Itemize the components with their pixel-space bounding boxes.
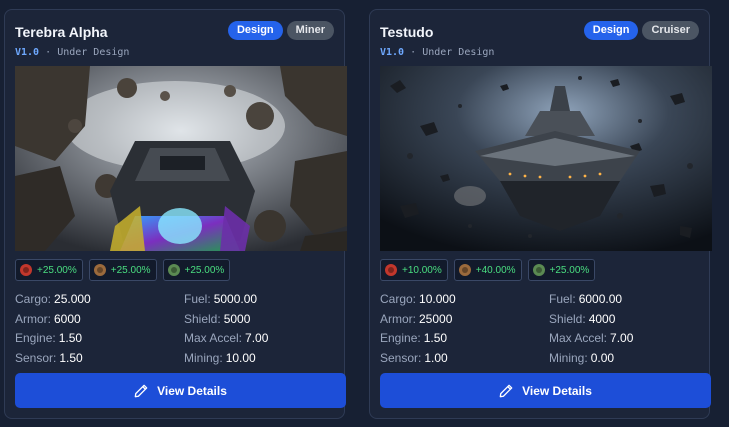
- bonus-stats: +10.00% +40.00% +25.00%: [380, 259, 596, 281]
- bonus-value: +40.00%: [475, 264, 516, 276]
- bonus-value: +10.00%: [402, 264, 442, 276]
- tag-class: Cruiser: [642, 21, 699, 40]
- attr-fuel: Fuel: 6000.00: [549, 292, 623, 306]
- attr-shield: Shield: 4000: [549, 311, 616, 326]
- tag-class: Miner: [286, 21, 334, 40]
- ship-tags: Design Miner: [227, 21, 334, 40]
- attr-engine: Engine: 1.50: [380, 331, 448, 345]
- bonus-stat: +25.00%: [15, 259, 83, 281]
- attr-shield: Shield: 5000: [184, 311, 251, 326]
- attr-fuel: Fuel: 5000.00: [184, 292, 258, 306]
- attr-mining: Mining: 0.00: [549, 350, 615, 365]
- ship-version: V1.0: [15, 47, 40, 58]
- attr-sensor: Sensor: 1.50: [15, 350, 83, 365]
- ship-card: Terebra Alpha Design Miner V1.0 · Under …: [4, 9, 347, 419]
- attr-armor: Armor: 25000: [380, 311, 453, 326]
- ship-meta: V1.0 · Under Design: [380, 47, 494, 58]
- ship-card: Testudo Design Cruiser V1.0 · Under Desi…: [369, 9, 712, 419]
- pencil-icon: [134, 384, 148, 397]
- view-details-button[interactable]: View Details: [380, 373, 711, 408]
- orange-icon: [458, 264, 471, 276]
- meta-separator: ·: [410, 47, 417, 58]
- attr-cargo: Cargo: 25.000: [15, 292, 91, 306]
- bonus-stat: +25.00%: [162, 259, 231, 281]
- ship-name: Terebra Alpha: [15, 24, 108, 40]
- red-icon: [385, 264, 397, 276]
- ship-status: Under Design: [57, 47, 130, 58]
- bonus-value: +25.00%: [110, 264, 151, 276]
- pencil-icon: [499, 384, 513, 397]
- bonus-stat: +25.00%: [527, 259, 596, 281]
- tag-design: Design: [583, 21, 639, 40]
- ship-meta: V1.0 · Under Design: [15, 47, 129, 58]
- attr-sensor: Sensor: 1.00: [380, 350, 448, 365]
- ship-status: Under Design: [422, 47, 495, 58]
- attr-mining: Mining: 10.00: [184, 350, 256, 365]
- bonus-value: +25.00%: [184, 264, 225, 276]
- cruiser-ship-in-debris-field-image: [380, 66, 712, 251]
- ship-name: Testudo: [380, 24, 434, 40]
- bonus-stat: +10.00%: [380, 259, 448, 281]
- attr-max-accel: Max Accel: 7.00: [549, 331, 634, 345]
- orange-icon: [93, 264, 106, 276]
- attr-cargo: Cargo: 10.000: [380, 292, 456, 306]
- view-details-label: View Details: [157, 383, 227, 398]
- tag-design: Design: [227, 21, 283, 40]
- bonus-value: +25.00%: [37, 264, 77, 276]
- attr-armor: Armor: 6000: [15, 311, 81, 326]
- green-icon: [532, 264, 545, 276]
- view-details-label: View Details: [522, 383, 592, 398]
- bonus-stat: +40.00%: [453, 259, 522, 281]
- red-icon: [20, 264, 32, 276]
- bonus-stats: +25.00% +25.00% +25.00%: [15, 259, 231, 281]
- ship-attributes: Cargo: 10.000 Fuel: 6000.00 Armor: 25000 Sh…: [380, 290, 710, 368]
- attr-engine: Engine: 1.50: [15, 331, 83, 345]
- ship-attributes: Cargo: 25.000 Fuel: 5000.00 Armor: 6000 Shi…: [15, 290, 345, 368]
- attr-max-accel: Max Accel: 7.00: [184, 331, 269, 345]
- meta-separator: ·: [45, 47, 52, 58]
- ship-version: V1.0: [380, 47, 405, 58]
- ship-tags: Design Cruiser: [583, 21, 699, 40]
- view-details-button[interactable]: View Details: [15, 373, 346, 408]
- miner-ship-in-asteroid-field-image: [15, 66, 347, 251]
- bonus-stat: +25.00%: [88, 259, 157, 281]
- green-icon: [167, 264, 180, 276]
- bonus-value: +25.00%: [549, 264, 590, 276]
